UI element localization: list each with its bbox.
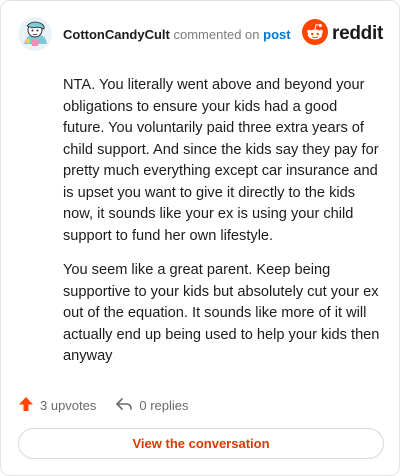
reddit-alien-icon [302,18,329,50]
comment-paragraph-2: You seem like a great parent. Keep being… [63,262,380,364]
post-link[interactable]: post [263,27,290,42]
comment-paragraph-1: NTA. You literally went above and beyond… [63,77,379,244]
comment-actions: 3 upvotes 0 replies [18,394,189,416]
upvote-button[interactable]: 3 upvotes [18,396,96,415]
reddit-wordmark: reddit [332,23,383,44]
comment-card: CottonCandyCult commented on post reddit [0,0,400,476]
reply-count: 0 replies [139,397,189,413]
comment-header: CottonCandyCult commented on post reddit [18,17,383,51]
upvote-count: 3 upvotes [40,397,97,413]
reply-button[interactable]: 0 replies [115,396,189,415]
reddit-logo[interactable]: reddit [302,18,383,50]
commented-on-text: commented on [173,26,260,42]
upvote-arrow-icon [18,396,40,415]
username[interactable]: CottonCandyCult [63,27,170,42]
comment-body: NTA. You literally went above and beyond… [63,75,381,368]
user-avatar[interactable] [18,17,52,51]
reply-arrow-icon [115,396,139,415]
view-conversation-button[interactable]: View the conversation [18,428,384,459]
comment-meta: CottonCandyCult commented on post [63,27,291,42]
